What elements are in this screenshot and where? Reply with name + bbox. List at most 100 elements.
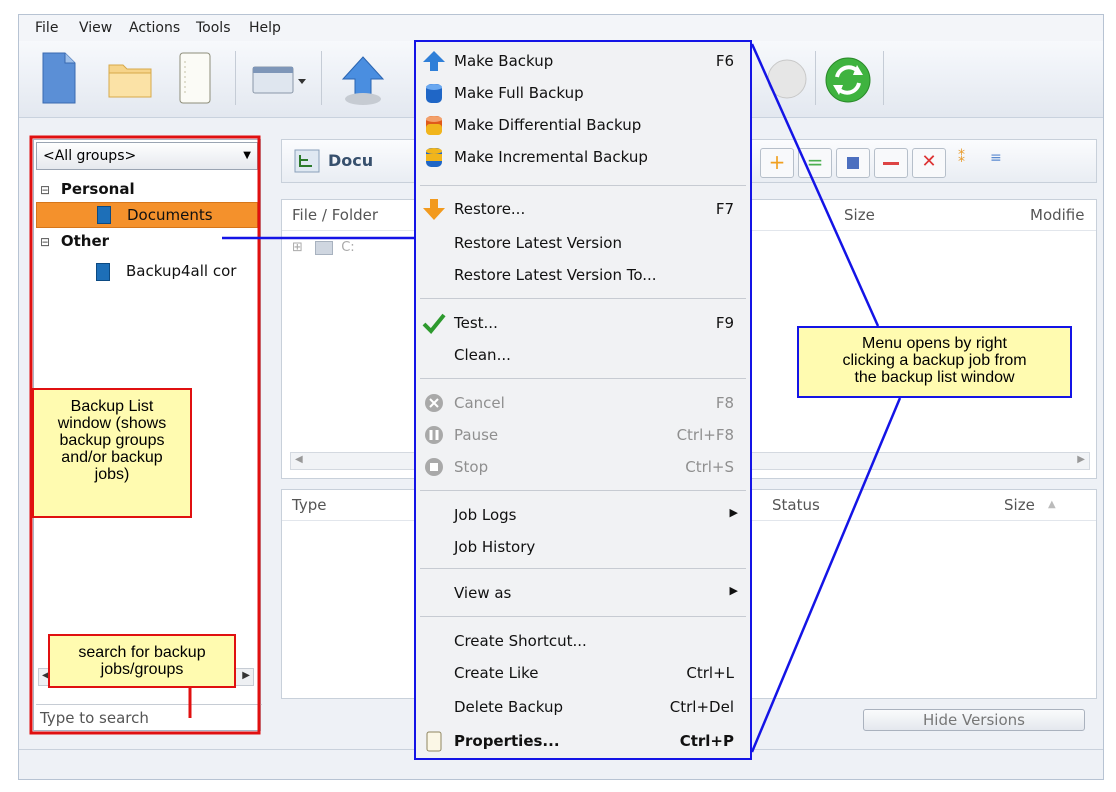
menu-separator bbox=[420, 616, 746, 617]
add-icon[interactable]: + bbox=[760, 148, 794, 178]
backup-list-callout: Backup List window (shows backup groups … bbox=[32, 388, 192, 518]
menu-item-make-incremental-backup[interactable]: Make Incremental Backup bbox=[416, 142, 750, 172]
up-arrow-icon bbox=[423, 51, 445, 71]
menu-item-restore[interactable]: Restore... F7 bbox=[416, 194, 750, 224]
header-title: Docu bbox=[328, 151, 374, 170]
minus-icon[interactable] bbox=[874, 148, 908, 178]
column-size[interactable]: Size bbox=[844, 206, 875, 224]
menu-item-shortcut: F8 bbox=[715, 394, 734, 412]
tree-group-label: Other bbox=[60, 232, 110, 250]
refresh-icon[interactable] bbox=[823, 55, 873, 105]
menu-item-shortcut: Ctrl+Del bbox=[669, 698, 734, 716]
scroll-left-icon[interactable]: ◀ bbox=[295, 454, 303, 465]
view-dropdown-icon[interactable] bbox=[251, 65, 307, 95]
scroll-right-icon[interactable]: ▶ bbox=[1077, 454, 1085, 465]
tree-item-documents[interactable]: Documents bbox=[36, 202, 258, 228]
menu-item-view-as[interactable]: View as ▶ bbox=[416, 578, 750, 608]
equal-icon[interactable]: = bbox=[798, 148, 832, 178]
menu-item-delete-backup[interactable]: Delete Backup Ctrl+Del bbox=[416, 692, 750, 722]
menu-file[interactable]: File bbox=[35, 20, 58, 36]
properties-icon bbox=[426, 731, 442, 752]
disabled-cancel-icon[interactable] bbox=[765, 57, 809, 101]
menu-item-label: Make Differential Backup bbox=[454, 116, 642, 134]
menu-item-make-backup[interactable]: Make Backup F6 bbox=[416, 46, 750, 76]
menu-item-job-logs[interactable]: Job Logs ▶ bbox=[416, 500, 750, 530]
submenu-arrow-icon: ▶ bbox=[729, 506, 738, 519]
menu-item-test[interactable]: Test... F9 bbox=[416, 308, 750, 338]
menu-actions[interactable]: Actions bbox=[129, 20, 180, 36]
tree-group-personal[interactable]: ⊟ Personal bbox=[40, 180, 135, 198]
callout-line: jobs/groups bbox=[100, 661, 184, 678]
column-type[interactable]: Type bbox=[292, 496, 326, 514]
delete-x-icon[interactable]: ✕ bbox=[912, 148, 946, 178]
tree-group-other[interactable]: ⊟ Other bbox=[40, 232, 109, 250]
menu-item-stop[interactable]: Stop Ctrl+S bbox=[416, 452, 750, 482]
menu-view[interactable]: View bbox=[79, 20, 112, 36]
callout-line: search for backup bbox=[78, 644, 206, 661]
tree-item-label: Documents bbox=[127, 206, 213, 224]
context-menu: Make Backup F6 Make Full Backup Make Dif… bbox=[414, 40, 752, 760]
menu-item-label: Pause bbox=[454, 426, 499, 444]
collapse-icon[interactable]: ⊟ bbox=[40, 235, 50, 249]
collapse-all-icon[interactable]: ≡ bbox=[990, 150, 1014, 174]
scroll-right-icon[interactable]: ▶ bbox=[242, 670, 250, 681]
menu-item-job-history[interactable]: Job History bbox=[416, 532, 750, 562]
menu-separator bbox=[420, 568, 746, 569]
menu-item-cancel[interactable]: Cancel F8 bbox=[416, 388, 750, 418]
callout-line: jobs) bbox=[94, 466, 130, 483]
column-modified[interactable]: Modifie bbox=[1030, 206, 1085, 224]
sort-ascending-icon: ▲ bbox=[1048, 499, 1056, 510]
search-callout: search for backup jobs/groups bbox=[48, 634, 236, 688]
menu-separator bbox=[420, 185, 746, 186]
drive-icon bbox=[315, 240, 334, 255]
group-filter-dropdown[interactable]: <All groups> ▼ bbox=[36, 142, 258, 170]
menu-item-label: Stop bbox=[454, 458, 489, 476]
menu-item-label: Job History bbox=[454, 538, 536, 556]
menu-item-make-full-backup[interactable]: Make Full Backup bbox=[416, 78, 750, 108]
menu-item-shortcut: Ctrl+F8 bbox=[676, 426, 734, 444]
menu-item-restore-latest-to[interactable]: Restore Latest Version To... bbox=[416, 260, 750, 290]
menu-item-shortcut: F9 bbox=[715, 314, 734, 332]
menu-item-create-like[interactable]: Create Like Ctrl+L bbox=[416, 658, 750, 688]
make-backup-arrow-icon[interactable] bbox=[339, 55, 387, 107]
menu-item-shortcut: F6 bbox=[715, 52, 734, 70]
stop-square-icon[interactable] bbox=[836, 148, 870, 178]
incremental-backup-icon bbox=[426, 148, 442, 167]
menu-help[interactable]: Help bbox=[249, 20, 281, 36]
menu-tools[interactable]: Tools bbox=[196, 20, 231, 36]
callout-line: Backup List bbox=[70, 398, 154, 415]
callout-line: and/or backup bbox=[61, 449, 163, 466]
file-row[interactable]: ⊞ C: bbox=[292, 240, 355, 255]
menu-item-label: Create Like bbox=[454, 664, 539, 682]
menu-separator bbox=[420, 378, 746, 379]
menu-item-label: Properties... bbox=[454, 732, 560, 750]
toolbar-separator bbox=[883, 51, 884, 105]
expand-all-icon[interactable]: ⁑ bbox=[958, 150, 982, 174]
tree-view-icon bbox=[294, 149, 320, 173]
tree-item-backup4all[interactable]: Backup4all cor bbox=[34, 260, 260, 284]
column-file-folder[interactable]: File / Folder bbox=[292, 206, 378, 224]
menu-item-properties[interactable]: Properties... Ctrl+P bbox=[416, 726, 750, 756]
collapse-icon[interactable]: ⊟ bbox=[40, 183, 50, 197]
pause-icon bbox=[425, 426, 443, 444]
expand-icon[interactable]: ⊞ bbox=[292, 240, 303, 255]
menu-item-create-shortcut[interactable]: Create Shortcut... bbox=[416, 626, 750, 656]
chevron-down-icon: ▼ bbox=[243, 150, 251, 161]
column-status[interactable]: Status bbox=[772, 496, 820, 514]
tree-group-label: Personal bbox=[60, 180, 135, 198]
menu-item-label: Make Incremental Backup bbox=[454, 148, 648, 166]
menu-item-label: Test... bbox=[454, 314, 498, 332]
menu-item-clean[interactable]: Clean... bbox=[416, 340, 750, 370]
hide-versions-button[interactable]: Hide Versions bbox=[863, 709, 1085, 731]
new-backup-icon[interactable] bbox=[41, 51, 77, 105]
group-filter-value: <All groups> bbox=[43, 148, 137, 164]
search-input[interactable]: Type to search bbox=[36, 704, 262, 731]
menu-item-make-differential-backup[interactable]: Make Differential Backup bbox=[416, 110, 750, 140]
column-size[interactable]: Size bbox=[1004, 496, 1035, 514]
menu-separator bbox=[420, 298, 746, 299]
differential-backup-icon bbox=[426, 116, 442, 135]
open-folder-icon[interactable] bbox=[107, 59, 153, 99]
menu-item-restore-latest[interactable]: Restore Latest Version bbox=[416, 228, 750, 258]
menu-item-pause[interactable]: Pause Ctrl+F8 bbox=[416, 420, 750, 450]
blank-document-icon[interactable] bbox=[177, 51, 213, 105]
